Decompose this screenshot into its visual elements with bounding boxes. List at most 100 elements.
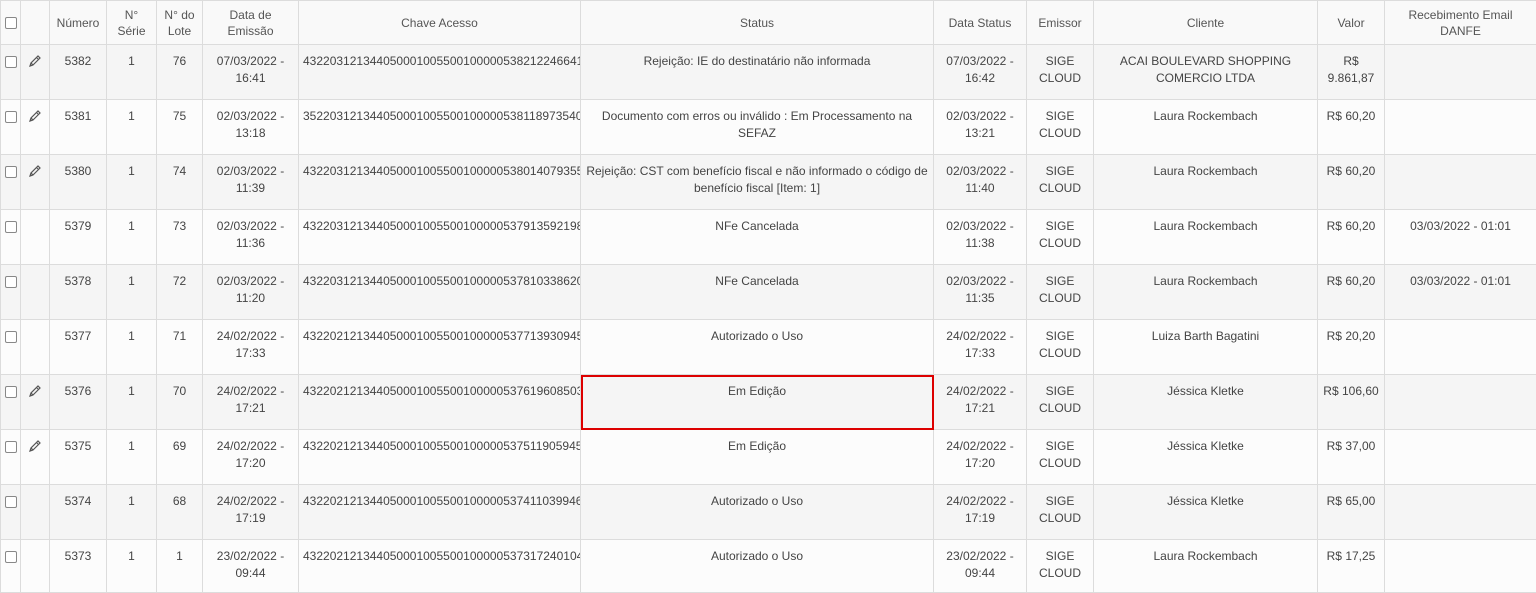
- pencil-icon[interactable]: [27, 383, 43, 399]
- table-row[interactable]: 53731123/02/2022 -09:4443220212134405000…: [1, 540, 1536, 593]
- table-row[interactable]: 537617024/02/2022 -17:214322021213440500…: [1, 375, 1536, 430]
- emissao-time: 17:20: [235, 456, 265, 470]
- pencil-icon[interactable]: [27, 108, 43, 124]
- table-row[interactable]: 538017402/03/2022 -11:394322031213440500…: [1, 155, 1536, 210]
- cell-data-status: 24/02/2022 -17:33: [934, 320, 1027, 375]
- emissor-line-1: SIGE: [1046, 494, 1075, 508]
- cell-emissao: 02/03/2022 -11:39: [203, 155, 299, 210]
- pencil-icon[interactable]: [27, 438, 43, 454]
- header-cliente[interactable]: Cliente: [1094, 1, 1318, 45]
- status-value: Autorizado o Uso: [711, 494, 803, 508]
- row-select[interactable]: [1, 430, 21, 485]
- select-all-checkbox[interactable]: [5, 17, 17, 29]
- status-value: Autorizado o Uso: [711, 329, 803, 343]
- cell-serie: 1: [107, 320, 157, 375]
- numero-value: 5379: [65, 219, 92, 233]
- header-emissao-label-2: Emissão: [227, 24, 273, 38]
- cell-status: Autorizado o Uso: [581, 320, 934, 375]
- cell-recebimento: [1385, 320, 1536, 375]
- table-row[interactable]: 538217607/03/2022 -16:414322031213440500…: [1, 45, 1536, 100]
- table-row[interactable]: 537516924/02/2022 -17:204322021213440500…: [1, 430, 1536, 485]
- cell-serie: 1: [107, 540, 157, 593]
- emissor-line-2: CLOUD: [1039, 456, 1081, 470]
- cliente-value: Laura Rockembach: [1153, 109, 1257, 123]
- table-row[interactable]: 537416824/02/2022 -17:194322021213440500…: [1, 485, 1536, 540]
- row-select[interactable]: [1, 265, 21, 320]
- row-checkbox[interactable]: [5, 441, 17, 453]
- numero-value: 5373: [65, 549, 92, 563]
- row-select[interactable]: [1, 100, 21, 155]
- data-status-time: 17:20: [965, 456, 995, 470]
- row-select[interactable]: [1, 375, 21, 430]
- header-status[interactable]: Status: [581, 1, 934, 45]
- pencil-icon[interactable]: [27, 163, 43, 179]
- header-chave[interactable]: Chave Acesso: [299, 1, 581, 45]
- valor-value: R$ 20,20: [1327, 329, 1376, 343]
- row-select[interactable]: [1, 45, 21, 100]
- cell-valor: R$ 106,60: [1318, 375, 1385, 430]
- chave-value: 4322021213440500010055001000005373172401…: [303, 549, 581, 563]
- row-checkbox[interactable]: [5, 551, 17, 563]
- data-status-date: 02/03/2022 -: [946, 219, 1013, 233]
- row-edit: [21, 265, 50, 320]
- header-valor-label: Valor: [1337, 16, 1364, 30]
- header-data-status[interactable]: Data Status: [934, 1, 1027, 45]
- cell-numero: 5376: [50, 375, 107, 430]
- row-checkbox[interactable]: [5, 496, 17, 508]
- numero-value: 5375: [65, 439, 92, 453]
- table-row[interactable]: 537917302/03/2022 -11:364322031213440500…: [1, 210, 1536, 265]
- status-value: Rejeição: IE do destinatário não informa…: [644, 54, 871, 68]
- header-valor[interactable]: Valor: [1318, 1, 1385, 45]
- row-edit: [21, 320, 50, 375]
- table-body: 538217607/03/2022 -16:414322031213440500…: [1, 45, 1536, 593]
- cell-chave: 4322021213440500010055001000005377139309…: [299, 320, 581, 375]
- table-row[interactable]: 538117502/03/2022 -13:183522031213440500…: [1, 100, 1536, 155]
- table-row[interactable]: 537717124/02/2022 -17:334322021213440500…: [1, 320, 1536, 375]
- data-status-time: 11:35: [965, 291, 994, 305]
- row-checkbox[interactable]: [5, 276, 17, 288]
- header-numero[interactable]: Número: [50, 1, 107, 45]
- row-select[interactable]: [1, 485, 21, 540]
- cell-recebimento: [1385, 100, 1536, 155]
- row-checkbox[interactable]: [5, 331, 17, 343]
- emissor-line-2: CLOUD: [1039, 291, 1081, 305]
- lote-value: 68: [173, 494, 186, 508]
- data-status-time: 11:38: [965, 236, 994, 250]
- lote-value: 72: [173, 274, 186, 288]
- row-edit: [21, 485, 50, 540]
- cell-emissor: SIGECLOUD: [1027, 485, 1094, 540]
- header-serie[interactable]: N°Série: [107, 1, 157, 45]
- valor-value: R$ 106,60: [1323, 384, 1378, 398]
- header-recebimento[interactable]: Recebimento EmailDANFE: [1385, 1, 1536, 45]
- cell-valor: R$ 60,20: [1318, 100, 1385, 155]
- cell-cliente: ACAI BOULEVARD SHOPPING COMERCIO LTDA: [1094, 45, 1318, 100]
- status-value: NFe Cancelada: [715, 219, 798, 233]
- row-select[interactable]: [1, 210, 21, 265]
- cell-emissor: SIGECLOUD: [1027, 540, 1094, 593]
- row-checkbox[interactable]: [5, 386, 17, 398]
- row-select[interactable]: [1, 320, 21, 375]
- header-lote[interactable]: N° doLote: [157, 1, 203, 45]
- emissao-date: 07/03/2022 -: [217, 54, 284, 68]
- cell-chave: 4322031213440500010055001000005382122466…: [299, 45, 581, 100]
- row-checkbox[interactable]: [5, 166, 17, 178]
- data-status-date: 24/02/2022 -: [946, 329, 1013, 343]
- row-checkbox[interactable]: [5, 111, 17, 123]
- row-select[interactable]: [1, 540, 21, 593]
- row-checkbox[interactable]: [5, 221, 17, 233]
- emissao-time: 11:36: [236, 236, 265, 250]
- row-edit: [21, 210, 50, 265]
- header-emissao[interactable]: Data deEmissão: [203, 1, 299, 45]
- pencil-icon[interactable]: [27, 53, 43, 69]
- row-select[interactable]: [1, 155, 21, 210]
- header-select-all[interactable]: [1, 1, 21, 45]
- header-emissor[interactable]: Emissor: [1027, 1, 1094, 45]
- row-checkbox[interactable]: [5, 56, 17, 68]
- cell-emissao: 02/03/2022 -11:36: [203, 210, 299, 265]
- serie-value: 1: [128, 54, 135, 68]
- emissor-line-1: SIGE: [1046, 439, 1075, 453]
- table-row[interactable]: 537817202/03/2022 -11:204322031213440500…: [1, 265, 1536, 320]
- cell-numero: 5375: [50, 430, 107, 485]
- lote-value: 71: [173, 329, 186, 343]
- data-status-date: 24/02/2022 -: [946, 494, 1013, 508]
